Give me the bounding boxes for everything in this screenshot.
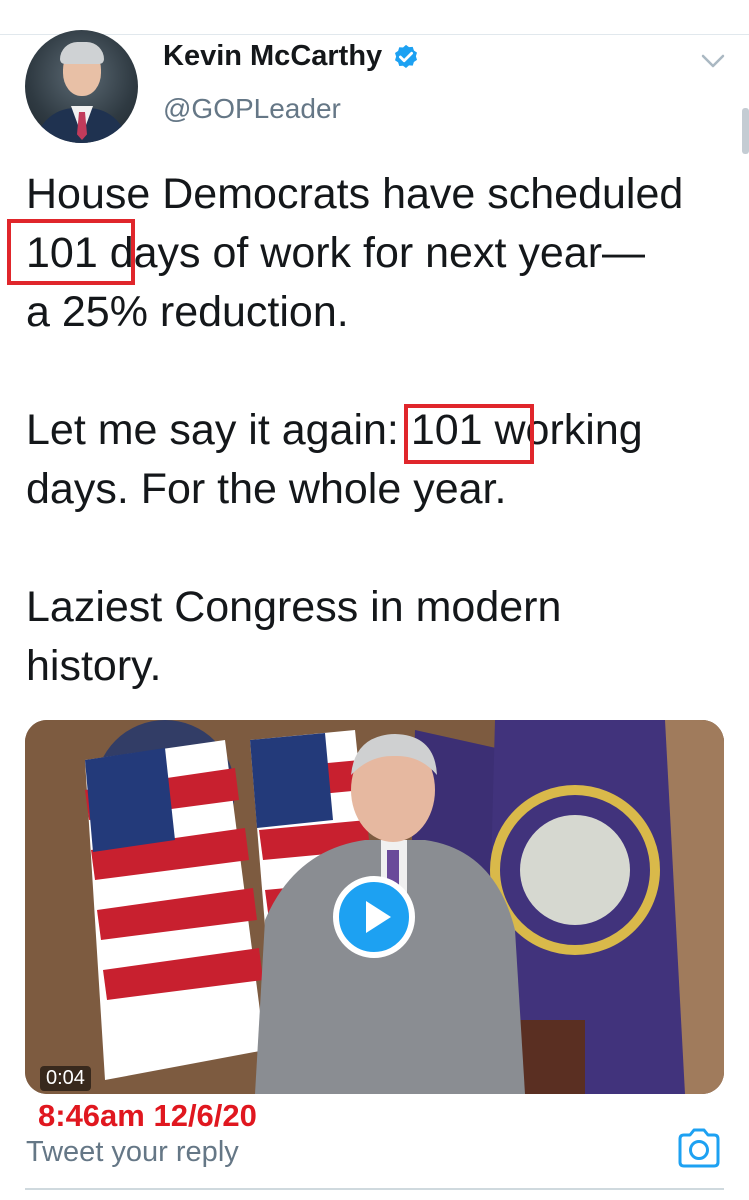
tweet-line: history. [26,642,162,690]
tweet-line: days. For the whole year. [26,465,507,513]
verified-badge-icon [395,44,417,68]
annotation-timestamp: 8:46am 12/6/20 [38,1098,257,1133]
top-divider [0,34,749,35]
annotation-highlight-box [404,404,534,464]
scrollbar[interactable] [742,108,749,154]
author-name[interactable]: Kevin McCarthy [163,40,382,73]
reply-input[interactable] [26,1134,626,1170]
bottom-divider [25,1188,724,1190]
tweet-line: House Democrats have scheduled [26,170,684,218]
camera-icon[interactable] [676,1127,722,1169]
avatar[interactable] [25,30,138,143]
chevron-down-icon[interactable] [700,52,726,70]
tweet-line: Let me say it again: 101 working [26,406,643,454]
video-duration: 0:04 [40,1066,91,1091]
tweet-line: Laziest Congress in modern [26,583,562,631]
tweet-line: a 25% reduction. [26,288,349,336]
tweet-detail-screen: Kevin McCarthy @GOPLeader House Democrat… [0,0,749,1200]
play-icon[interactable] [333,876,415,958]
author-handle[interactable]: @GOPLeader [163,93,341,125]
annotation-highlight-box [7,219,135,285]
